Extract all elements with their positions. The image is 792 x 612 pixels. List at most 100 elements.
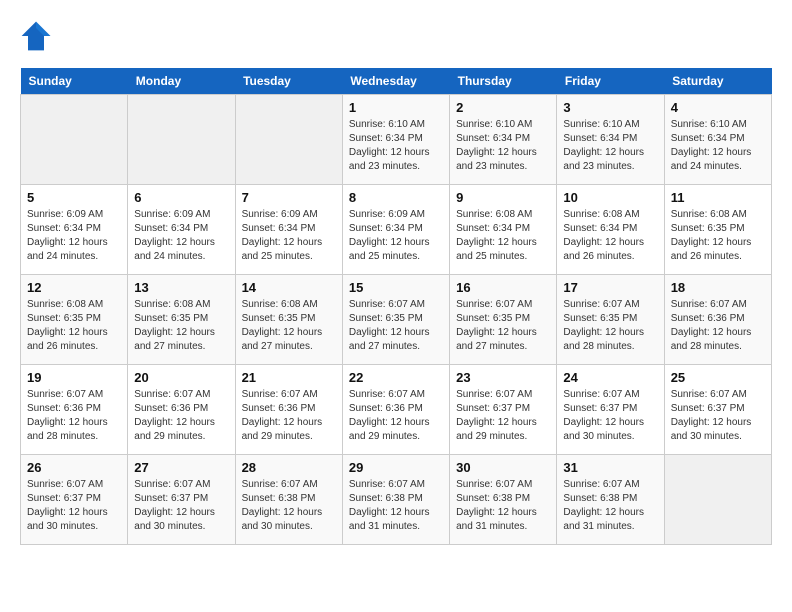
day-number: 11 — [671, 190, 765, 205]
calendar-cell: 30Sunrise: 6:07 AM Sunset: 6:38 PM Dayli… — [450, 455, 557, 545]
day-number: 24 — [563, 370, 657, 385]
weekday-header-saturday: Saturday — [664, 68, 771, 95]
day-info: Sunrise: 6:07 AM Sunset: 6:38 PM Dayligh… — [349, 478, 443, 534]
day-info: Sunrise: 6:07 AM Sunset: 6:35 PM Dayligh… — [456, 298, 550, 354]
calendar-cell: 12 Sunrise: 6:08 AM Sunset: 6:35 PM Dayli… — [21, 275, 128, 365]
day-info: Sunrise: 6:10 AM Sunset: 6:34 PM Dayligh… — [456, 118, 550, 174]
day-number: 26 — [27, 460, 121, 475]
day-number: 9 — [456, 190, 550, 205]
day-info: Sunrise: 6:08 AM Sunset: 6:35 PM Dayligh… — [671, 208, 765, 264]
week-row-5: 26 Sunrise: 6:07 AM Sunset: 6:37 PM Dayli… — [21, 455, 772, 545]
calendar-cell: 20 Sunrise: 6:07 AM Sunset: 6:36 PM Dayli… — [128, 365, 235, 455]
calendar-cell: 11 Sunrise: 6:08 AM Sunset: 6:35 PM Dayli… — [664, 185, 771, 275]
day-info: Sunrise: 6:07 AM Sunset: 6:38 PM Dayligh… — [242, 478, 336, 534]
day-info: Sunrise: 6:09 AM Sunset: 6:34 PM Dayligh… — [242, 208, 336, 264]
calendar-cell: 27 Sunrise: 6:07 AM Sunset: 6:37 PM Dayli… — [128, 455, 235, 545]
week-row-1: 1Sunrise: 6:10 AM Sunset: 6:34 PM Daylig… — [21, 95, 772, 185]
day-number: 27 — [134, 460, 228, 475]
day-info: Sunrise: 6:07 AM Sunset: 6:37 PM Dayligh… — [456, 388, 550, 444]
weekday-header-monday: Monday — [128, 68, 235, 95]
day-info: Sunrise: 6:07 AM Sunset: 6:37 PM Dayligh… — [134, 478, 228, 534]
calendar-cell: 14 Sunrise: 6:08 AM Sunset: 6:35 PM Dayli… — [235, 275, 342, 365]
logo — [20, 20, 56, 52]
day-info: Sunrise: 6:07 AM Sunset: 6:37 PM Dayligh… — [563, 388, 657, 444]
day-number: 18 — [671, 280, 765, 295]
day-number: 3 — [563, 100, 657, 115]
day-info: Sunrise: 6:07 AM Sunset: 6:35 PM Dayligh… — [563, 298, 657, 354]
day-number: 15 — [349, 280, 443, 295]
day-info: Sunrise: 6:09 AM Sunset: 6:34 PM Dayligh… — [134, 208, 228, 264]
calendar-cell: 4 Sunrise: 6:10 AM Sunset: 6:34 PM Daylig… — [664, 95, 771, 185]
weekday-header-row: SundayMondayTuesdayWednesdayThursdayFrid… — [21, 68, 772, 95]
day-info: Sunrise: 6:10 AM Sunset: 6:34 PM Dayligh… — [563, 118, 657, 174]
day-number: 12 — [27, 280, 121, 295]
day-number: 30 — [456, 460, 550, 475]
week-row-2: 5Sunrise: 6:09 AM Sunset: 6:34 PM Daylig… — [21, 185, 772, 275]
calendar-cell: 9 Sunrise: 6:08 AM Sunset: 6:34 PM Daylig… — [450, 185, 557, 275]
calendar-cell: 19Sunrise: 6:07 AM Sunset: 6:36 PM Dayli… — [21, 365, 128, 455]
calendar-table: SundayMondayTuesdayWednesdayThursdayFrid… — [20, 68, 772, 545]
day-info: Sunrise: 6:07 AM Sunset: 6:36 PM Dayligh… — [242, 388, 336, 444]
day-number: 17 — [563, 280, 657, 295]
day-info: Sunrise: 6:08 AM Sunset: 6:34 PM Dayligh… — [563, 208, 657, 264]
day-info: Sunrise: 6:10 AM Sunset: 6:34 PM Dayligh… — [671, 118, 765, 174]
calendar-cell — [128, 95, 235, 185]
day-info: Sunrise: 6:07 AM Sunset: 6:36 PM Dayligh… — [27, 388, 121, 444]
day-info: Sunrise: 6:08 AM Sunset: 6:35 PM Dayligh… — [27, 298, 121, 354]
page-header — [20, 20, 772, 52]
calendar-cell: 13Sunrise: 6:08 AM Sunset: 6:35 PM Dayli… — [128, 275, 235, 365]
day-number: 29 — [349, 460, 443, 475]
day-number: 22 — [349, 370, 443, 385]
day-info: Sunrise: 6:09 AM Sunset: 6:34 PM Dayligh… — [27, 208, 121, 264]
calendar-cell: 6 Sunrise: 6:09 AM Sunset: 6:34 PM Daylig… — [128, 185, 235, 275]
day-info: Sunrise: 6:08 AM Sunset: 6:34 PM Dayligh… — [456, 208, 550, 264]
day-info: Sunrise: 6:07 AM Sunset: 6:35 PM Dayligh… — [349, 298, 443, 354]
day-number: 10 — [563, 190, 657, 205]
day-info: Sunrise: 6:07 AM Sunset: 6:38 PM Dayligh… — [563, 478, 657, 534]
day-number: 20 — [134, 370, 228, 385]
day-number: 6 — [134, 190, 228, 205]
day-info: Sunrise: 6:07 AM Sunset: 6:36 PM Dayligh… — [134, 388, 228, 444]
week-row-3: 12 Sunrise: 6:08 AM Sunset: 6:35 PM Dayli… — [21, 275, 772, 365]
day-info: Sunrise: 6:09 AM Sunset: 6:34 PM Dayligh… — [349, 208, 443, 264]
day-number: 21 — [242, 370, 336, 385]
calendar-cell: 3 Sunrise: 6:10 AM Sunset: 6:34 PM Daylig… — [557, 95, 664, 185]
calendar-cell: 22 Sunrise: 6:07 AM Sunset: 6:36 PM Dayli… — [342, 365, 449, 455]
calendar-cell: 10 Sunrise: 6:08 AM Sunset: 6:34 PM Dayli… — [557, 185, 664, 275]
calendar-cell: 7Sunrise: 6:09 AM Sunset: 6:34 PM Daylig… — [235, 185, 342, 275]
day-number: 8 — [349, 190, 443, 205]
logo-icon — [20, 20, 52, 52]
day-info: Sunrise: 6:07 AM Sunset: 6:36 PM Dayligh… — [671, 298, 765, 354]
weekday-header-wednesday: Wednesday — [342, 68, 449, 95]
calendar-cell: 16 Sunrise: 6:07 AM Sunset: 6:35 PM Dayli… — [450, 275, 557, 365]
day-number: 14 — [242, 280, 336, 295]
calendar-cell: 31Sunrise: 6:07 AM Sunset: 6:38 PM Dayli… — [557, 455, 664, 545]
calendar-cell: 23 Sunrise: 6:07 AM Sunset: 6:37 PM Dayli… — [450, 365, 557, 455]
calendar-cell: 29 Sunrise: 6:07 AM Sunset: 6:38 PM Dayli… — [342, 455, 449, 545]
weekday-header-sunday: Sunday — [21, 68, 128, 95]
calendar-cell: 28 Sunrise: 6:07 AM Sunset: 6:38 PM Dayli… — [235, 455, 342, 545]
calendar-cell: 5Sunrise: 6:09 AM Sunset: 6:34 PM Daylig… — [21, 185, 128, 275]
calendar-cell: 8 Sunrise: 6:09 AM Sunset: 6:34 PM Daylig… — [342, 185, 449, 275]
calendar-cell: 26Sunrise: 6:07 AM Sunset: 6:37 PM Dayli… — [21, 455, 128, 545]
week-row-4: 19Sunrise: 6:07 AM Sunset: 6:36 PM Dayli… — [21, 365, 772, 455]
day-number: 2 — [456, 100, 550, 115]
calendar-cell: 24 Sunrise: 6:07 AM Sunset: 6:37 PM Dayli… — [557, 365, 664, 455]
calendar-cell: 15 Sunrise: 6:07 AM Sunset: 6:35 PM Dayli… — [342, 275, 449, 365]
day-number: 4 — [671, 100, 765, 115]
calendar-cell: 25 Sunrise: 6:07 AM Sunset: 6:37 PM Dayli… — [664, 365, 771, 455]
calendar-cell: 21 Sunrise: 6:07 AM Sunset: 6:36 PM Dayli… — [235, 365, 342, 455]
day-info: Sunrise: 6:10 AM Sunset: 6:34 PM Dayligh… — [349, 118, 443, 174]
day-number: 23 — [456, 370, 550, 385]
calendar-cell — [664, 455, 771, 545]
weekday-header-thursday: Thursday — [450, 68, 557, 95]
calendar-cell: 18 Sunrise: 6:07 AM Sunset: 6:36 PM Dayli… — [664, 275, 771, 365]
day-info: Sunrise: 6:07 AM Sunset: 6:36 PM Dayligh… — [349, 388, 443, 444]
day-info: Sunrise: 6:07 AM Sunset: 6:37 PM Dayligh… — [671, 388, 765, 444]
day-number: 28 — [242, 460, 336, 475]
day-info: Sunrise: 6:08 AM Sunset: 6:35 PM Dayligh… — [242, 298, 336, 354]
day-number: 25 — [671, 370, 765, 385]
day-number: 16 — [456, 280, 550, 295]
calendar-cell: 17 Sunrise: 6:07 AM Sunset: 6:35 PM Dayli… — [557, 275, 664, 365]
calendar-cell: 1Sunrise: 6:10 AM Sunset: 6:34 PM Daylig… — [342, 95, 449, 185]
